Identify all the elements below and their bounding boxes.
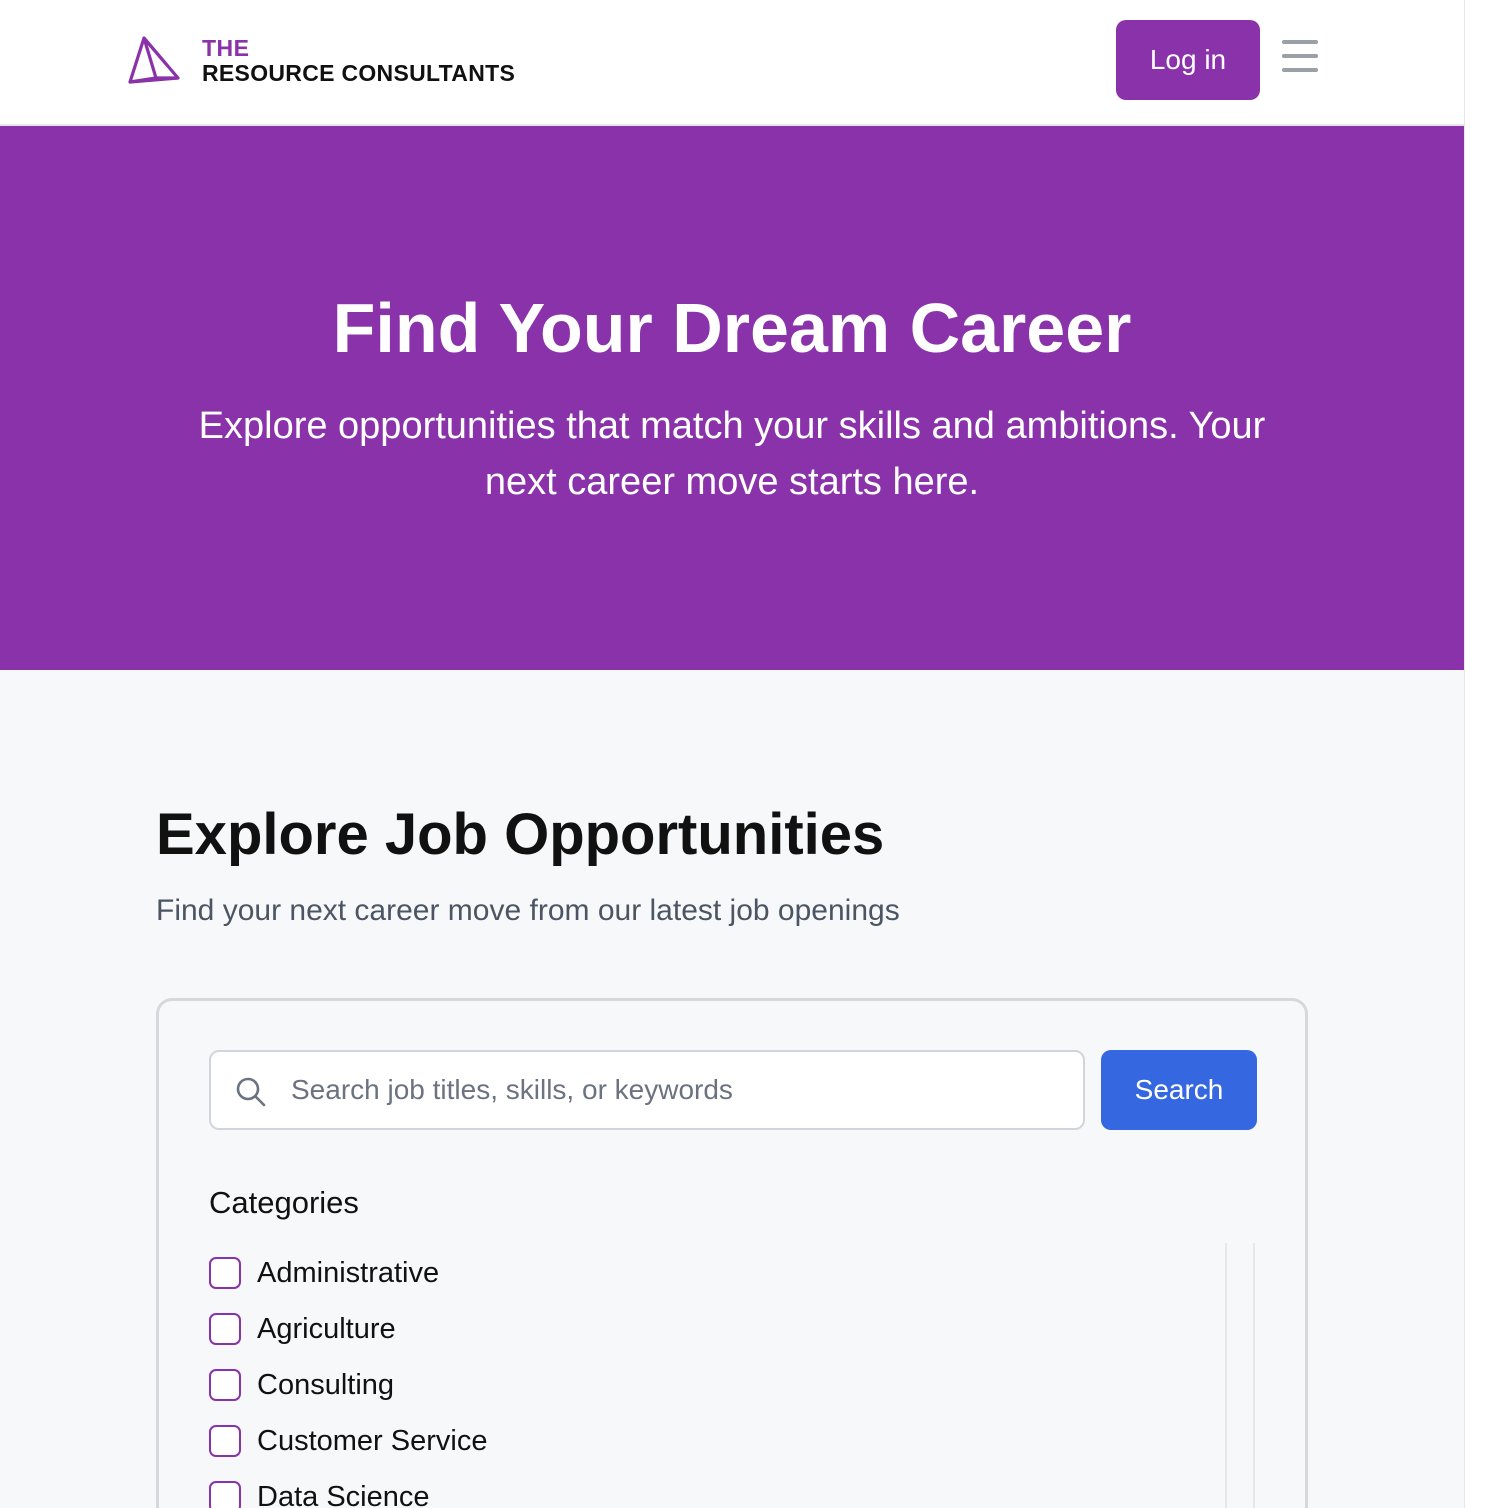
page: THE RESOURCE CONSULTANTS Log in Find You… [0, 0, 1464, 1508]
hero-title: Find Your Dream Career [332, 289, 1132, 367]
window-edge [1464, 0, 1492, 1508]
category-checkbox[interactable] [209, 1257, 241, 1289]
jobs-subtitle: Find your next career move from our late… [156, 894, 900, 927]
category-item-customer-service[interactable]: Customer Service [209, 1413, 1219, 1469]
logo[interactable]: THE RESOURCE CONSULTANTS [126, 34, 515, 88]
logo-line-the: THE [202, 35, 250, 61]
search-input[interactable] [291, 1066, 1061, 1114]
category-checkbox[interactable] [209, 1481, 241, 1508]
hero-subtitle: Explore opportunities that match your sk… [198, 405, 1266, 503]
jobs-title: Explore Job Opportunities [156, 802, 885, 867]
category-label: Agriculture [257, 1312, 396, 1345]
search-icon [236, 1077, 266, 1107]
hero-banner: Find Your Dream Career Explore opportuni… [0, 126, 1464, 670]
category-label: Data Science [257, 1480, 430, 1508]
category-item-data-science[interactable]: Data Science [209, 1469, 1219, 1508]
site-header: THE RESOURCE CONSULTANTS Log in [0, 0, 1464, 126]
category-checkbox[interactable] [209, 1369, 241, 1401]
hamburger-menu-icon[interactable] [1278, 40, 1322, 80]
login-button[interactable]: Log in [1116, 20, 1260, 100]
category-label: Customer Service [257, 1424, 488, 1457]
search-box[interactable] [209, 1050, 1085, 1130]
category-item-administrative[interactable]: Administrative [209, 1245, 1219, 1301]
category-item-consulting[interactable]: Consulting [209, 1357, 1219, 1413]
prism-icon [128, 36, 180, 84]
category-list: Administrative Agriculture Consulting Cu… [209, 1245, 1219, 1508]
category-label: Consulting [257, 1368, 395, 1401]
category-checkbox[interactable] [209, 1425, 241, 1457]
category-label: Administrative [257, 1256, 440, 1289]
job-filter-card: Search Categories Administrative Agricul… [156, 998, 1308, 1508]
categories-title: Categories [209, 1185, 359, 1220]
category-scrollbar[interactable] [1225, 1243, 1255, 1508]
logo-line-name: RESOURCE CONSULTANTS [202, 60, 516, 86]
search-button[interactable]: Search [1101, 1050, 1257, 1130]
category-checkbox[interactable] [209, 1313, 241, 1345]
category-item-agriculture[interactable]: Agriculture [209, 1301, 1219, 1357]
